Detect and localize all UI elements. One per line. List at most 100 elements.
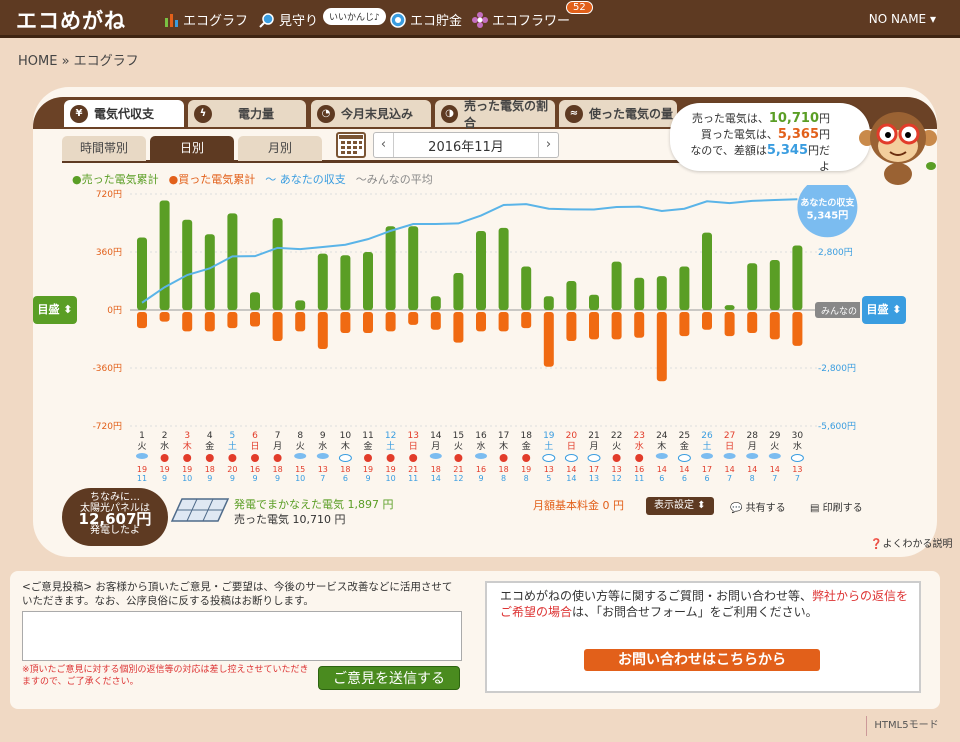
temp-low: 12 bbox=[453, 474, 463, 481]
day-label: 27 bbox=[724, 431, 735, 441]
prev-month-button[interactable]: ‹ bbox=[374, 133, 394, 157]
right-scale-button[interactable]: 目盛 ⬍ bbox=[862, 296, 906, 324]
nav-eco-flower[interactable]: エコフラワー bbox=[472, 10, 570, 29]
feedback-textarea[interactable] bbox=[22, 611, 462, 661]
day-label: 21 bbox=[588, 431, 599, 441]
bought-bar bbox=[250, 312, 260, 327]
user-name: NO NAME bbox=[868, 12, 927, 26]
bought-unit: 円 bbox=[819, 128, 830, 141]
app-logo[interactable]: エコめがね bbox=[16, 5, 126, 35]
feedback-submit-button[interactable]: ご意見を送信する bbox=[318, 666, 460, 690]
day-label: 17 bbox=[498, 431, 509, 441]
tab-month-forecast[interactable]: ◔ 今月末見込み bbox=[311, 100, 431, 127]
breadcrumb[interactable]: HOME » エコグラフ bbox=[18, 50, 139, 69]
rain-icon bbox=[746, 453, 759, 459]
bought-bar bbox=[408, 312, 419, 325]
sold-bar bbox=[702, 232, 712, 310]
sun-icon bbox=[364, 454, 372, 462]
balance-line bbox=[141, 198, 798, 304]
sold-value: 10,710 bbox=[768, 111, 819, 126]
speech-icon: 💬 bbox=[730, 503, 743, 514]
temp-high: 19 bbox=[521, 465, 531, 474]
weekday-label: 土 bbox=[228, 440, 237, 452]
tab-power-amount[interactable]: ϟ 電力量 bbox=[188, 100, 306, 127]
weekday-label: 火 bbox=[296, 441, 305, 452]
top-bar: エコめがね エコグラフ 見守り いいかんじ♪ エコ貯金 エコフラワー 52 NO… bbox=[0, 0, 960, 38]
subtab-monthly[interactable]: 月別 bbox=[238, 136, 322, 161]
sold-bar bbox=[204, 234, 215, 310]
average-tag-label: みんなの bbox=[821, 306, 857, 317]
nav-eco-savings[interactable]: エコ貯金 bbox=[390, 10, 462, 29]
user-menu[interactable]: NO NAME ▾ bbox=[869, 12, 936, 26]
sold-prefix: 売った電気は、 bbox=[691, 112, 769, 125]
temp-high: 14 bbox=[679, 465, 689, 474]
share-label: 共有する bbox=[745, 503, 786, 514]
bought-bar bbox=[702, 312, 712, 330]
temp-high: 18 bbox=[205, 465, 215, 474]
nav-ecograph[interactable]: エコグラフ bbox=[163, 10, 248, 29]
sold-bar bbox=[385, 226, 396, 310]
calendar-icon[interactable] bbox=[336, 132, 366, 158]
tab-sold-ratio[interactable]: ◑ 売った電気の割合 bbox=[435, 99, 555, 130]
magnifier-icon bbox=[259, 12, 274, 28]
temp-high: 14 bbox=[566, 465, 576, 474]
rain-icon bbox=[316, 453, 329, 459]
temp-high: 19 bbox=[160, 465, 170, 474]
bought-bar bbox=[476, 312, 486, 332]
weekday-label: 金 bbox=[522, 440, 531, 452]
balance-bubble-title: あなたの収支 bbox=[800, 196, 855, 208]
sold-bar bbox=[634, 277, 645, 310]
weekday-label: 日 bbox=[567, 441, 576, 452]
weekday-label: 土 bbox=[544, 440, 553, 452]
sun-icon bbox=[612, 454, 621, 462]
contact-form-button[interactable]: お問い合わせはこちらから bbox=[584, 649, 820, 671]
temp-low: 5 bbox=[546, 474, 551, 481]
print-button[interactable]: ▤ 印刷する bbox=[810, 499, 863, 514]
day-label: 25 bbox=[679, 431, 690, 441]
sold-bar bbox=[566, 281, 577, 310]
help-link[interactable]: ❓よくわかる説明 bbox=[870, 535, 952, 550]
sold-bar bbox=[295, 300, 306, 310]
wave-icon: ≈ bbox=[565, 104, 583, 123]
bought-bar bbox=[498, 312, 509, 332]
left-tick-label: -360円 bbox=[93, 363, 122, 374]
temp-high: 18 bbox=[273, 465, 283, 474]
printer-icon: ▤ bbox=[810, 503, 820, 514]
monkey-mascot-icon bbox=[859, 112, 937, 185]
tab-cost-balance[interactable]: ¥ 電気代収支 bbox=[64, 100, 184, 127]
bought-bar bbox=[272, 312, 283, 341]
bought-bar bbox=[543, 312, 554, 367]
sold-bar bbox=[182, 219, 193, 310]
weekday-label: 日 bbox=[250, 441, 259, 452]
rain-icon bbox=[475, 453, 487, 459]
rain-icon bbox=[768, 453, 781, 459]
covered-row: 発電でまかなえた電気 1,897 円 bbox=[234, 497, 394, 512]
weekday-label: 日 bbox=[409, 441, 418, 452]
temp-high: 18 bbox=[340, 465, 350, 474]
temp-low: 6 bbox=[704, 474, 709, 481]
subtab-daily[interactable]: 日別 bbox=[150, 136, 234, 161]
next-month-button[interactable]: › bbox=[538, 133, 558, 157]
html5-mode-link[interactable]: HTML5モード bbox=[866, 716, 946, 736]
weekday-label: 月 bbox=[589, 441, 598, 452]
weekday-label: 木 bbox=[183, 440, 192, 452]
nav-mimamori[interactable]: 見守り bbox=[259, 10, 318, 29]
temp-high: 15 bbox=[295, 465, 305, 474]
diff-unit: 円だよ bbox=[808, 144, 830, 173]
solar-value: 12,607円 bbox=[78, 510, 152, 528]
sold-bar bbox=[589, 294, 599, 310]
bought-bar bbox=[453, 312, 464, 343]
temp-high: 21 bbox=[453, 465, 463, 474]
temp-high: 18 bbox=[499, 465, 509, 474]
rain-icon bbox=[701, 453, 713, 459]
day-label: 12 bbox=[385, 431, 396, 441]
temp-low: 9 bbox=[162, 474, 167, 481]
temp-high: 16 bbox=[634, 465, 644, 474]
weekday-label: 月 bbox=[748, 441, 757, 452]
subtab-hourly[interactable]: 時間帯別 bbox=[62, 136, 146, 161]
display-settings-button[interactable]: 表示設定 ⬍ bbox=[646, 497, 714, 515]
tab-used-amount[interactable]: ≈ 使った電気の量 bbox=[559, 100, 677, 127]
share-button[interactable]: 💬 共有する bbox=[730, 499, 786, 514]
sold-bar bbox=[747, 263, 758, 310]
nav-label: 見守り bbox=[279, 14, 319, 29]
